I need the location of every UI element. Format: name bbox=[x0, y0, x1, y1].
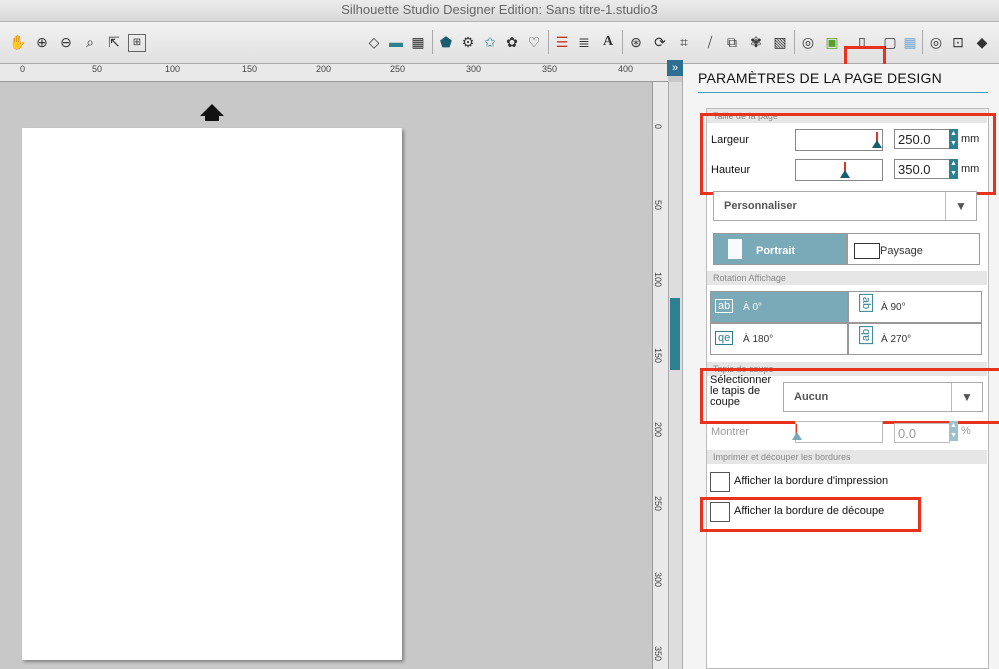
ruler-label: 250 bbox=[653, 496, 663, 512]
pixscan-icon[interactable]: ◎ bbox=[798, 32, 818, 52]
print-border-checkbox[interactable] bbox=[710, 472, 730, 492]
collapse-panel-icon[interactable]: » bbox=[667, 60, 683, 76]
panel-title-underline bbox=[698, 92, 988, 93]
landscape-label: Paysage bbox=[880, 245, 923, 257]
rotate-180-icon: qe bbox=[715, 331, 734, 345]
zoom-in-icon[interactable]: ⊕ bbox=[32, 32, 52, 52]
library-icon[interactable]: ▧ bbox=[770, 32, 790, 52]
ruler-label: 50 bbox=[92, 64, 103, 74]
send-icon[interactable]: ◎ bbox=[926, 32, 946, 52]
ruler-label: 0 bbox=[20, 64, 26, 74]
fit-page-icon[interactable]: ⊞ bbox=[128, 34, 146, 52]
zoom-select-icon[interactable]: ⌕ bbox=[80, 32, 100, 52]
shape-star-icon[interactable]: ✩ bbox=[480, 32, 500, 52]
ruler-label: 150 bbox=[242, 64, 258, 74]
rotation-180-label: À 180° bbox=[743, 334, 774, 345]
rotation-90-button[interactable]: ab À 90° bbox=[848, 291, 982, 323]
sketch-icon[interactable]: ✾ bbox=[746, 32, 766, 52]
eraser-tool-icon[interactable]: ⧸ bbox=[700, 32, 720, 52]
grid-icon[interactable]: ▦ bbox=[900, 32, 920, 52]
ruler-label: 250 bbox=[390, 64, 406, 74]
portrait-icon bbox=[728, 239, 742, 259]
shape-heart-icon[interactable]: ♡ bbox=[524, 32, 544, 52]
page-preset-select[interactable]: Personnaliser ▼ bbox=[713, 191, 977, 221]
landscape-button[interactable]: Paysage bbox=[847, 233, 980, 265]
vertical-scrollbar[interactable] bbox=[668, 82, 682, 669]
drag-zoom-icon[interactable]: ⇱ bbox=[104, 32, 124, 52]
show-input[interactable]: 0.0 bbox=[894, 423, 950, 443]
design-page[interactable] bbox=[22, 128, 402, 660]
landscape-icon bbox=[854, 243, 880, 259]
show-label: Montrer bbox=[711, 426, 749, 438]
window-title: Silhouette Studio Designer Edition: Sans… bbox=[341, 2, 658, 17]
zoom-out-icon[interactable]: ⊖ bbox=[56, 32, 76, 52]
borders-section: Imprimer et découper les bordures bbox=[707, 450, 987, 464]
ruler-label: 350 bbox=[542, 64, 558, 74]
toolbar: ✋ ⊕ ⊖ ⌕ ⇱ ⊞ ◇ ▬ ▦ ⬟ ⚙ ✩ ✿ ♡ ☰ ≣ A ⊛ ⟳ ⌗ … bbox=[0, 22, 999, 92]
ruler-label: 100 bbox=[165, 64, 181, 74]
show-stepper[interactable]: ▲ ▼ bbox=[949, 421, 958, 441]
trace-icon[interactable]: ⟳ bbox=[650, 32, 670, 52]
eraser-icon[interactable]: ◆ bbox=[972, 32, 992, 52]
ruler-label: 100 bbox=[653, 272, 663, 288]
fill-pattern-icon[interactable]: ▦ bbox=[408, 32, 428, 52]
fill-icon[interactable]: ◇ bbox=[364, 32, 384, 52]
shape-pentagon-icon[interactable]: ⬟ bbox=[436, 32, 456, 52]
print-border-label: Afficher la bordure d'impression bbox=[734, 475, 889, 487]
cut-border-highlight bbox=[700, 497, 921, 532]
portrait-button[interactable]: Portrait bbox=[713, 233, 847, 265]
chevron-down-icon: ▼ bbox=[945, 192, 976, 220]
rotation-0-button[interactable]: ab À 0° bbox=[710, 291, 848, 323]
offset-icon[interactable]: ⊛ bbox=[626, 32, 646, 52]
ruler-label: 350 bbox=[653, 646, 663, 662]
nest-icon[interactable]: ⧉ bbox=[722, 32, 742, 52]
shape-flower-icon[interactable]: ✿ bbox=[502, 32, 522, 52]
vertical-ruler: 0 50 100 150 200 250 300 350 bbox=[652, 82, 668, 669]
ruler-label: 150 bbox=[653, 348, 663, 364]
horizontal-ruler: 0 50 100 150 200 250 300 350 400 bbox=[0, 64, 668, 82]
ruler-label: 200 bbox=[653, 422, 663, 438]
line-color-icon[interactable]: ▬ bbox=[386, 32, 406, 52]
scrollbar-thumb[interactable] bbox=[670, 298, 680, 370]
knife-icon[interactable]: ⌗ bbox=[674, 32, 694, 52]
rotation-0-label: À 0° bbox=[743, 302, 763, 313]
rotation-270-label: À 270° bbox=[881, 334, 912, 345]
ruler-label: 300 bbox=[466, 64, 482, 74]
ruler-label: 50 bbox=[653, 200, 663, 211]
registration-icon[interactable]: ▣ bbox=[822, 32, 842, 52]
ruler-label: 200 bbox=[316, 64, 332, 74]
title-bar: Silhouette Studio Designer Edition: Sans… bbox=[0, 0, 999, 22]
align-icon[interactable]: ☰ bbox=[552, 32, 572, 52]
ruler-label: 400 bbox=[618, 64, 634, 74]
rotate-0-icon: ab bbox=[715, 299, 734, 313]
shape-gear-icon[interactable]: ⚙ bbox=[458, 32, 478, 52]
rotate-90-icon: ab bbox=[859, 293, 874, 313]
page-direction-arrow-stem bbox=[205, 115, 219, 121]
ruler-label: 300 bbox=[653, 572, 663, 588]
text-icon[interactable]: A bbox=[598, 32, 618, 52]
cutting-mat-highlight bbox=[700, 368, 999, 424]
show-slider[interactable] bbox=[792, 421, 883, 443]
panel-title: PARAMÈTRES DE LA PAGE DESIGN bbox=[698, 70, 942, 86]
page-size-highlight bbox=[700, 113, 996, 195]
replicate-icon[interactable]: ≣ bbox=[574, 32, 594, 52]
pan-icon[interactable]: ✋ bbox=[8, 32, 28, 52]
ruler-label: 0 bbox=[653, 124, 663, 130]
rotation-90-label: À 90° bbox=[881, 302, 906, 313]
cut-settings-icon[interactable]: ▢ bbox=[880, 32, 900, 52]
rotation-270-button[interactable]: ab À 270° bbox=[848, 323, 982, 355]
portrait-label: Portrait bbox=[756, 245, 796, 257]
rotation-180-button[interactable]: qe À 180° bbox=[710, 323, 848, 355]
rotation-section: Rotation Affichage bbox=[707, 271, 987, 285]
page-preset-value: Personnaliser bbox=[724, 200, 797, 212]
show-unit: % bbox=[961, 425, 971, 437]
rotate-270-icon: ab bbox=[859, 325, 874, 345]
cut-send-icon[interactable]: ⊡ bbox=[948, 32, 968, 52]
